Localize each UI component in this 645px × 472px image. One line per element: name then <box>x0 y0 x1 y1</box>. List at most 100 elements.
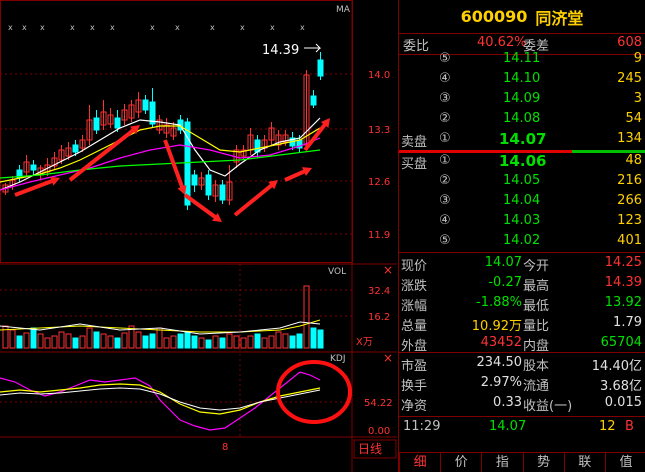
panel-tab[interactable]: 指 <box>481 453 522 472</box>
panel-tab[interactable]: 细 <box>399 453 440 472</box>
volume-bar <box>282 333 289 349</box>
y-tick: 11.9 <box>368 230 390 241</box>
candle-body <box>205 174 212 196</box>
level-indicator: ④ <box>439 71 451 86</box>
candle-body <box>72 144 79 153</box>
order-book-row: ② 14.08 54 <box>399 110 645 130</box>
volume-bar <box>51 335 58 349</box>
fund-label: 净资 <box>401 399 428 414</box>
candle-body <box>219 184 226 201</box>
volume-bar <box>23 332 30 349</box>
y-tick: 12.6 <box>368 177 390 188</box>
stat-label: 总量 <box>401 319 428 334</box>
tick-row: 11:29 14.07 12 B <box>399 418 645 438</box>
volume-bar <box>198 337 205 349</box>
order-book-row: 卖盘 ① 14.07 134 <box>399 130 645 150</box>
candle-body <box>93 117 100 131</box>
svg-text:x: x <box>8 23 13 32</box>
volume-bar <box>100 333 107 349</box>
annotation-arrow <box>183 193 219 221</box>
fund-value: 3.68亿 <box>600 379 642 394</box>
close-icon[interactable]: × <box>383 351 393 365</box>
level-indicator: ⑤ <box>439 233 451 248</box>
volume-bar <box>9 329 16 349</box>
order-volume: 48 <box>625 153 642 168</box>
svg-text:x: x <box>70 23 75 32</box>
fund-value: 234.50 <box>476 355 523 370</box>
vol-tick: 32.4 <box>368 286 390 297</box>
volume-bar <box>177 333 184 349</box>
volume-bar <box>261 337 268 349</box>
order-volume: 134 <box>617 131 642 146</box>
volume-bar <box>156 327 163 349</box>
annotation-arrow <box>68 127 137 182</box>
close-icon[interactable]: × <box>383 263 393 277</box>
stat-row: 现价 14.07 今开 14.25 <box>399 254 645 274</box>
panel-tab[interactable]: 势 <box>522 453 564 472</box>
order-volume: 123 <box>617 213 642 228</box>
volume-bar <box>121 332 128 349</box>
volume-bar <box>37 333 44 349</box>
volume-bar <box>163 337 170 349</box>
panel-tab[interactable]: 价 <box>440 453 481 472</box>
volume-bar <box>93 331 100 349</box>
ind-tick: 54.22 <box>364 398 393 409</box>
volume-bar <box>44 337 51 349</box>
order-book-row: ④ 14.10 245 <box>399 70 645 90</box>
fund-value: 0.015 <box>604 395 642 410</box>
volume-bar <box>317 329 324 349</box>
order-price: 14.06 <box>499 152 547 170</box>
tick-side: B <box>625 419 634 434</box>
period-label[interactable]: 日线 <box>358 442 382 456</box>
vol-tick: 16.2 <box>368 312 390 323</box>
stat-label: 量比 <box>523 319 550 334</box>
volume-bar <box>296 333 303 349</box>
volume-bar <box>72 337 79 349</box>
panel-tab[interactable]: 值 <box>604 453 645 472</box>
stat-label: 最低 <box>523 299 550 314</box>
level-indicator: ② <box>439 111 451 126</box>
order-price: 14.03 <box>503 213 541 228</box>
stat-value: 14.25 <box>604 255 642 270</box>
volume-bar <box>114 337 121 349</box>
kline-chart[interactable]: xxx xxx xxx xxx MA 14.39 14.0 13.3 12.6 … <box>0 0 397 472</box>
volume-bar <box>233 335 240 349</box>
panel-tab[interactable]: 联 <box>563 453 605 472</box>
stat-value: 43452 <box>480 335 522 350</box>
volume-bar <box>247 335 254 349</box>
order-book-row: ⑤ 14.02 401 <box>399 232 645 252</box>
stat-row: 涨跌 -0.27 最高 14.39 <box>399 274 645 294</box>
highlight-circle <box>276 360 352 424</box>
kdj-line-k <box>0 371 321 431</box>
order-price: 14.07 <box>499 130 547 148</box>
panel-tabs: 细价指势联值 <box>399 452 645 472</box>
volume-bar <box>142 335 149 349</box>
stat-label: 涨跌 <box>401 279 428 294</box>
ind-tick: 0.00 <box>368 426 390 437</box>
order-book-row: ② 14.05 216 <box>399 172 645 192</box>
order-book-row: ⑤ 14.11 9 <box>399 50 645 70</box>
annotation-arrow <box>233 182 275 217</box>
annotation-arrow <box>284 168 308 182</box>
stock-name: 同济堂 <box>535 8 584 28</box>
order-volume: 54 <box>625 111 642 126</box>
order-price: 14.02 <box>503 233 541 248</box>
fund-label: 换手 <box>401 379 428 394</box>
candle-body <box>114 117 121 129</box>
volume-bar <box>79 335 86 349</box>
order-book-row: ③ 14.04 266 <box>399 192 645 212</box>
stat-label: 最高 <box>523 279 550 294</box>
order-volume: 9 <box>633 51 642 66</box>
volume-bar <box>65 333 72 349</box>
stat-value: 10.92万 <box>471 319 522 334</box>
order-book-row: ④ 14.03 123 <box>399 212 645 232</box>
volume-bar <box>16 335 23 349</box>
svg-text:x: x <box>40 23 45 32</box>
volume-bar <box>240 337 247 349</box>
stat-label: 涨幅 <box>401 299 428 314</box>
volume-bar <box>149 333 156 349</box>
fund-label: 股本 <box>523 359 550 374</box>
svg-text:x: x <box>300 23 305 32</box>
annotation-arrow <box>163 139 185 191</box>
tick-time: 11:29 <box>403 419 441 434</box>
